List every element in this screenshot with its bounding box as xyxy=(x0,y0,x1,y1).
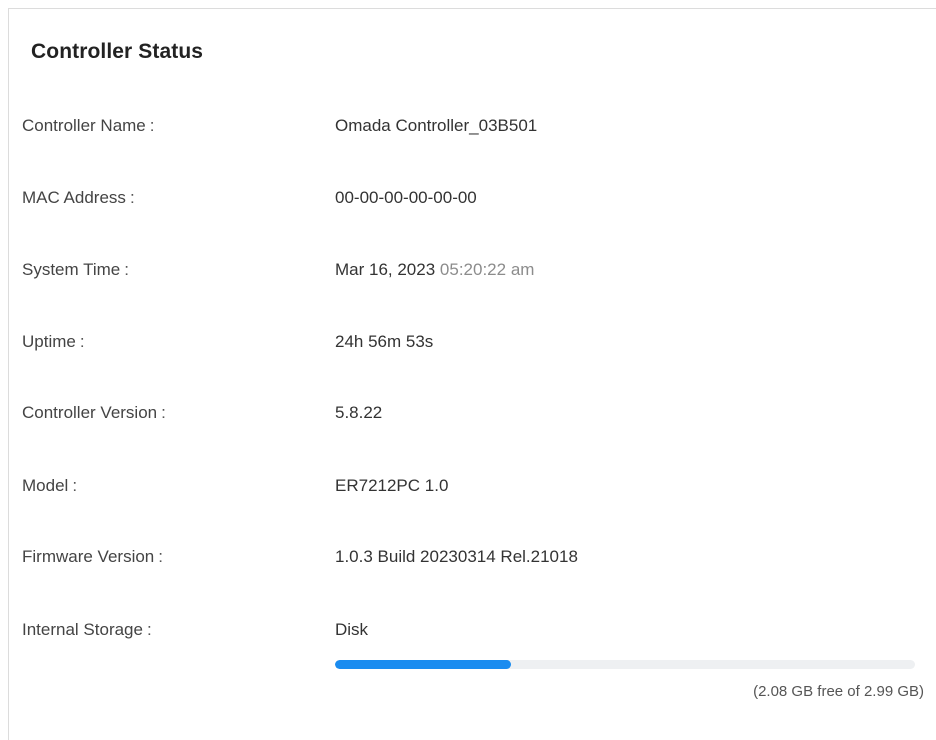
colon: : xyxy=(79,332,85,351)
colon: : xyxy=(149,116,155,135)
internal-storage-value: Disk xyxy=(335,620,369,639)
panel-title: Controller Status xyxy=(31,40,204,63)
colon: : xyxy=(161,403,166,422)
controller-name-label-text: Controller Name xyxy=(22,116,146,135)
mac-address-label: MAC Address: xyxy=(22,188,135,208)
mac-address-value: 00-00-00-00-00-00 xyxy=(335,188,477,207)
row-controller-version: Controller Version: 5.8.22 xyxy=(22,403,922,427)
firmware-version-label-text: Firmware Version xyxy=(22,547,155,566)
storage-caption: (2.08 GB free of 2.99 GB) xyxy=(753,683,924,700)
row-controller-name: Controller Name: Omada Controller_03B501 xyxy=(22,116,922,140)
system-clock: 05:20:22 am xyxy=(439,260,535,279)
system-time-label: System Time: xyxy=(22,260,129,280)
colon: : xyxy=(72,476,78,495)
firmware-version-label: Firmware Version: xyxy=(22,547,163,567)
colon: : xyxy=(146,620,152,639)
internal-storage-label: Internal Storage: xyxy=(22,620,152,640)
controller-version-label: Controller Version: xyxy=(22,403,166,423)
model-label-text: Model xyxy=(22,476,69,495)
controller-name-label: Controller Name: xyxy=(22,116,155,136)
uptime-label: Uptime: xyxy=(22,332,85,352)
colon: : xyxy=(124,260,129,279)
row-firmware-version: Firmware Version: 1.0.3 Build 20230314 R… xyxy=(22,547,922,571)
row-model: Model: ER7212PC 1.0 xyxy=(22,476,922,500)
mac-address-label-text: MAC Address xyxy=(22,188,126,207)
system-time-value: Mar 16, 2023 05:20:22 am xyxy=(335,260,534,280)
row-mac-address: MAC Address: 00-00-00-00-00-00 xyxy=(22,188,922,212)
uptime-value: 24h 56m 53s xyxy=(335,332,434,351)
controller-version-value: 5.8.22 xyxy=(335,403,383,422)
system-time-label-text: System Time xyxy=(22,260,121,279)
storage-usage-fill xyxy=(335,660,512,669)
uptime-label-text: Uptime xyxy=(22,332,76,351)
colon: : xyxy=(129,188,135,207)
row-system-time: System Time: Mar 16, 2023 05:20:22 am xyxy=(22,260,922,284)
controller-version-label-text: Controller Version xyxy=(22,403,158,422)
internal-storage-label-text: Internal Storage xyxy=(22,620,143,639)
colon: : xyxy=(158,547,163,566)
row-uptime: Uptime: 24h 56m 53s xyxy=(22,332,922,356)
system-date: Mar 16, 2023 xyxy=(335,260,436,279)
model-label: Model: xyxy=(22,476,77,496)
controller-name-value: Omada Controller_03B501 xyxy=(335,116,538,135)
firmware-version-value: 1.0.3 Build 20230314 Rel.21018 xyxy=(335,547,578,566)
row-internal-storage: Internal Storage: Disk xyxy=(22,620,922,644)
storage-usage-bar xyxy=(335,660,915,669)
model-value: ER7212PC 1.0 xyxy=(335,476,449,495)
